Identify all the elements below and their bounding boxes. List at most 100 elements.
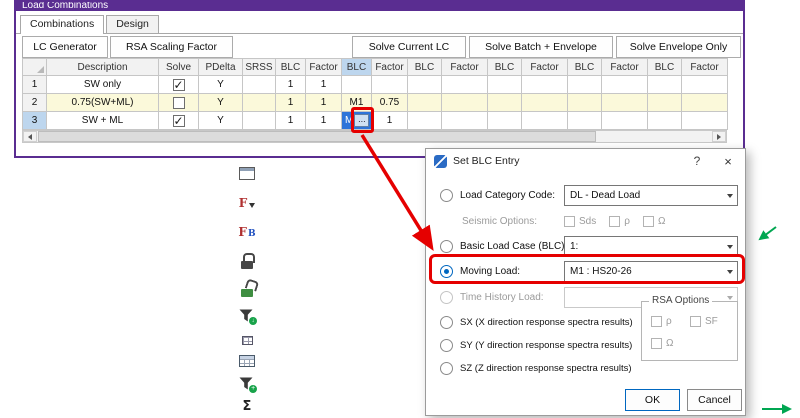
sx-radio[interactable]	[440, 316, 453, 329]
tab-combinations[interactable]: Combinations	[20, 15, 104, 34]
cell-blc[interactable]: 1	[276, 94, 306, 112]
cell-factor[interactable]	[372, 76, 408, 94]
spreadsheet-icon[interactable]	[235, 349, 259, 373]
font-f-arrow-icon[interactable]	[235, 191, 259, 215]
mini-grid-icon[interactable]	[235, 331, 259, 349]
dialog-titlebar[interactable]: Set BLC Entry ? ×	[426, 149, 745, 173]
cell[interactable]	[568, 112, 602, 130]
cell-solve[interactable]	[159, 76, 199, 94]
sds-checkbox[interactable]	[564, 216, 575, 227]
sy-radio[interactable]	[440, 339, 453, 352]
cell[interactable]	[408, 94, 442, 112]
basic-load-case-dropdown[interactable]: 1:	[564, 236, 738, 257]
moving-load-dropdown[interactable]: M1 : HS20-26	[564, 261, 738, 282]
filter-go-icon[interactable]	[235, 304, 259, 328]
cell[interactable]	[648, 94, 682, 112]
window-titlebar[interactable]: Load Combinations	[16, 2, 743, 11]
filter-add-icon[interactable]	[235, 372, 259, 396]
cancel-button[interactable]: Cancel	[687, 389, 742, 411]
lock-icon[interactable]	[235, 249, 259, 273]
cell-factor[interactable]: 1	[372, 112, 408, 130]
cell-pdelta[interactable]: Y	[199, 112, 243, 130]
cell-blc-selected[interactable]: M...	[342, 112, 372, 130]
cell-blc[interactable]: M1	[342, 94, 372, 112]
horizontal-scrollbar[interactable]	[22, 130, 727, 143]
cell-pdelta[interactable]: Y	[199, 76, 243, 94]
omega-checkbox[interactable]	[643, 216, 654, 227]
row-header[interactable]: 3	[23, 112, 47, 130]
sigma-icon[interactable]	[235, 394, 259, 418]
cell-solve[interactable]	[159, 94, 199, 112]
cell[interactable]	[442, 94, 488, 112]
moving-load-radio[interactable]	[440, 265, 453, 278]
tab-design[interactable]: Design	[106, 15, 159, 33]
cell[interactable]	[648, 76, 682, 94]
rsa-sf-checkbox[interactable]	[690, 316, 701, 327]
time-history-radio[interactable]	[440, 291, 453, 304]
unlock-icon[interactable]	[235, 277, 259, 301]
cell[interactable]	[522, 112, 568, 130]
cell[interactable]	[682, 76, 728, 94]
scroll-left-button[interactable]	[23, 131, 37, 142]
rho-checkbox[interactable]	[609, 216, 620, 227]
cell-factor[interactable]: 1	[306, 94, 342, 112]
cell[interactable]	[442, 112, 488, 130]
ok-button[interactable]: OK	[625, 389, 680, 411]
cell[interactable]	[408, 76, 442, 94]
font-f-b-icon[interactable]	[235, 220, 259, 244]
window-icon[interactable]	[235, 161, 259, 185]
close-button[interactable]: ×	[713, 149, 743, 173]
lc-generator-button[interactable]: LC Generator	[22, 36, 108, 58]
cell-pdelta[interactable]: Y	[199, 94, 243, 112]
load-category-dropdown[interactable]: DL - Dead Load	[564, 185, 738, 206]
cell[interactable]	[682, 112, 728, 130]
cell-srss[interactable]	[243, 112, 276, 130]
cell[interactable]	[568, 76, 602, 94]
rsa-scaling-factor-button[interactable]: RSA Scaling Factor	[110, 36, 233, 58]
cell-blc[interactable]: 1	[276, 112, 306, 130]
rsa-omega-checkbox[interactable]	[651, 338, 662, 349]
cell[interactable]	[408, 112, 442, 130]
cell-factor[interactable]: 0.75	[372, 94, 408, 112]
cell[interactable]	[488, 94, 522, 112]
cell-description[interactable]: SW + ML	[47, 112, 159, 130]
sz-radio[interactable]	[440, 362, 453, 375]
cell[interactable]	[648, 112, 682, 130]
cell[interactable]	[602, 112, 648, 130]
cell[interactable]	[602, 94, 648, 112]
cell[interactable]	[488, 76, 522, 94]
cell[interactable]	[488, 112, 522, 130]
rsa-rho-checkbox[interactable]	[651, 316, 662, 327]
cell[interactable]	[522, 94, 568, 112]
cell-description[interactable]: 0.75(SW+ML)	[47, 94, 159, 112]
row-header[interactable]: 1	[23, 76, 47, 94]
select-all-corner[interactable]	[23, 59, 47, 76]
solve-current-lc-button[interactable]: Solve Current LC	[352, 36, 466, 58]
solve-checkbox[interactable]	[173, 97, 185, 109]
cell[interactable]	[568, 94, 602, 112]
cell-factor[interactable]: 1	[306, 112, 342, 130]
row-header[interactable]: 2	[23, 94, 47, 112]
browse-ellipsis-button[interactable]: ...	[354, 114, 369, 127]
scroll-right-button[interactable]	[712, 131, 726, 142]
solve-checkbox[interactable]	[173, 115, 185, 127]
load-category-radio[interactable]	[440, 189, 453, 202]
cell-srss[interactable]	[243, 76, 276, 94]
cell[interactable]	[522, 76, 568, 94]
basic-load-case-radio[interactable]	[440, 240, 453, 253]
cell-solve[interactable]	[159, 112, 199, 130]
cell-factor[interactable]: 1	[306, 76, 342, 94]
cell[interactable]	[442, 76, 488, 94]
solve-envelope-only-button[interactable]: Solve Envelope Only	[616, 36, 741, 58]
cell-srss[interactable]	[243, 94, 276, 112]
solve-batch-envelope-button[interactable]: Solve Batch + Envelope	[469, 36, 613, 58]
cell-blc[interactable]: 1	[276, 76, 306, 94]
cell-blc[interactable]	[342, 76, 372, 94]
solve-checkbox[interactable]	[173, 79, 185, 91]
model-axis-arrow	[752, 222, 780, 246]
cell[interactable]	[602, 76, 648, 94]
help-button[interactable]: ?	[683, 149, 711, 173]
cell[interactable]	[682, 94, 728, 112]
scrollbar-thumb[interactable]	[38, 131, 596, 142]
cell-description[interactable]: SW only	[47, 76, 159, 94]
